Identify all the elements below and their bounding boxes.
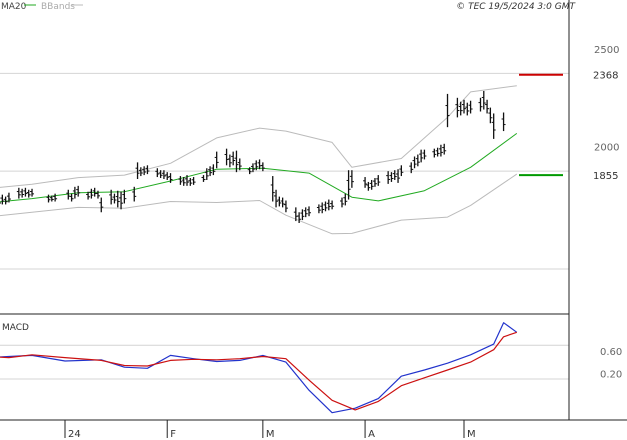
macd-tick-label: 0.60 <box>600 347 622 358</box>
x-tick-label: 24 <box>68 429 81 440</box>
level-label: 1855 <box>593 171 618 182</box>
price-tick-label: 2000 <box>594 143 619 154</box>
x-tick-label: M <box>266 429 275 440</box>
price-tick-label: 2500 <box>594 45 619 56</box>
level-label: 2368 <box>593 71 618 82</box>
legend-label: MA20 <box>1 2 27 12</box>
copyright-text: © TEC 19/5/2024 3:0 GMT <box>456 2 576 12</box>
x-tick-label: M <box>467 429 476 440</box>
macd-label: MACD <box>2 323 29 333</box>
legend-label: BBands <box>41 2 75 12</box>
stock-chart: 2368 1855 2500 2000 0.60 0.20 24 F M A M MA20 BBand… <box>0 0 627 440</box>
x-tick-label: A <box>368 429 375 440</box>
x-tick-label: F <box>170 429 176 440</box>
chart-background <box>0 0 627 440</box>
page-background <box>0 0 627 440</box>
macd-tick-label: 0.20 <box>600 369 622 380</box>
